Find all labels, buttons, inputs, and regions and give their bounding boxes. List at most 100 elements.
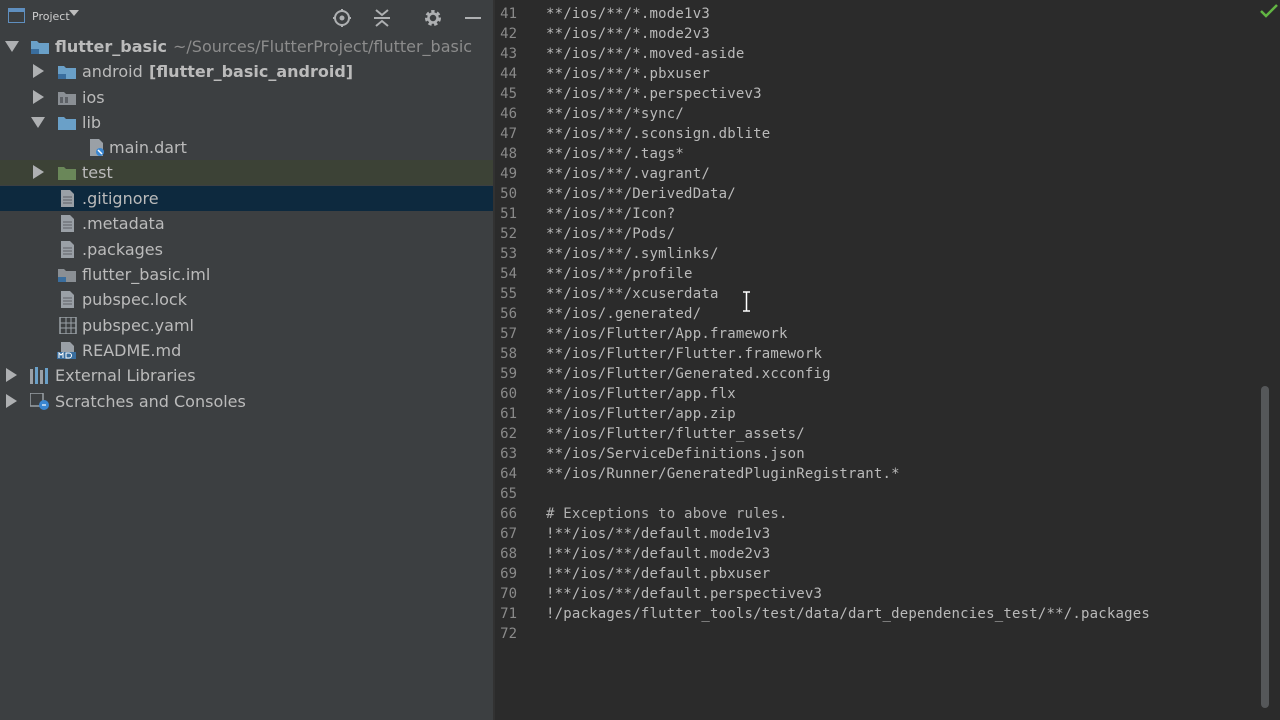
tree-item-label: flutter_basic.iml [82, 265, 211, 284]
code-line[interactable]: # Exceptions to above rules. [546, 506, 788, 522]
line-number: 45 [500, 86, 517, 102]
code-line[interactable]: **/ios/**/.vagrant/ [546, 166, 710, 182]
line-number: 69 [500, 566, 517, 582]
tree-item-flutter-basic-iml[interactable]: flutter_basic.iml [0, 262, 493, 287]
project-view-label[interactable]: Project [32, 10, 70, 23]
code-line[interactable]: **/ios/**/*.pbxuser [546, 66, 710, 82]
dart-file-icon [90, 139, 104, 156]
tree-item-external-libraries[interactable]: External Libraries [0, 363, 493, 388]
library-icon [30, 367, 48, 384]
code-line[interactable]: **/ios/Flutter/app.flx [546, 386, 736, 402]
tree-item-label: pubspec.lock [82, 290, 187, 309]
code-line[interactable]: **/ios/**/.sconsign.dblite [546, 126, 770, 142]
expanded-arrow-icon[interactable] [31, 117, 45, 128]
tree-item-label: lib [82, 113, 102, 132]
tree-item-lib[interactable]: lib [0, 110, 493, 135]
tree-item-label: test [82, 163, 113, 182]
collapsed-arrow-icon[interactable] [6, 368, 17, 382]
tree-item-main-dart[interactable]: main.dart [0, 135, 493, 160]
tree-item-ios[interactable]: ios [0, 85, 493, 110]
no-problems-check-icon[interactable] [1259, 3, 1279, 19]
collapse-all-icon[interactable] [372, 8, 392, 28]
line-number: 43 [500, 46, 517, 62]
code-line[interactable]: !**/ios/**/default.mode1v3 [546, 526, 770, 542]
code-editor[interactable]: 41 **/ios/**/*.mode1v3 42 **/ios/**/*.mode2… [495, 0, 1280, 720]
code-line[interactable]: **/ios/Flutter/Flutter.framework [546, 346, 822, 362]
code-line[interactable]: !**/ios/**/default.pbxuser [546, 566, 770, 582]
code-line[interactable]: **/ios/**/Icon? [546, 206, 675, 222]
collapsed-arrow-icon[interactable] [6, 394, 17, 408]
settings-gear-icon[interactable] [423, 8, 443, 28]
code-line[interactable]: **/ios/**/profile [546, 266, 693, 282]
tree-item-label: .gitignore [82, 189, 159, 208]
locate-icon[interactable] [332, 8, 352, 28]
scratches-icon [30, 393, 49, 410]
line-number: 48 [500, 146, 517, 162]
line-number: 67 [500, 526, 517, 542]
module-folder-icon [58, 66, 76, 79]
code-line[interactable]: !**/ios/**/default.mode2v3 [546, 546, 770, 562]
expanded-arrow-icon[interactable] [5, 41, 19, 52]
yaml-file-icon [59, 317, 77, 334]
code-line[interactable]: **/ios/**/.tags* [546, 146, 684, 162]
tree-item-label: ios [82, 88, 105, 107]
line-number: 72 [500, 626, 517, 642]
code-line[interactable]: **/ios/Flutter/flutter_assets/ [546, 426, 805, 442]
tree-root-flutter-basic[interactable]: flutter_basic ~/Sources/FlutterProject/f… [0, 34, 493, 59]
code-line[interactable]: **/ios/**/DerivedData/ [546, 186, 736, 202]
text-file-icon [61, 190, 74, 207]
text-file-icon [61, 241, 74, 258]
code-line[interactable]: !**/ios/**/default.perspectivev3 [546, 586, 822, 602]
line-number: 64 [500, 466, 517, 482]
dropdown-arrow-icon[interactable] [69, 10, 79, 16]
code-line[interactable]: **/ios/.generated/ [546, 306, 701, 322]
collapsed-arrow-icon[interactable] [33, 165, 44, 179]
tree-item-readme[interactable]: README.md [0, 338, 493, 363]
line-number: 65 [500, 486, 517, 502]
code-line[interactable]: **/ios/**/Pods/ [546, 226, 675, 242]
code-line[interactable]: **/ios/ServiceDefinitions.json [546, 446, 805, 462]
line-number: 59 [500, 366, 517, 382]
code-line[interactable]: **/ios/**/*.mode1v3 [546, 6, 710, 22]
root-project-name: flutter_basic [55, 37, 168, 56]
tree-item-packages[interactable]: .packages [0, 237, 493, 262]
code-line[interactable]: **/ios/**/xcuserdata [546, 286, 719, 302]
tree-item-metadata[interactable]: .metadata [0, 211, 493, 236]
tree-item-android[interactable]: android [flutter_basic_android] [0, 59, 493, 84]
code-line[interactable]: **/ios/**/*.mode2v3 [546, 26, 710, 42]
project-toolbar: Project [0, 0, 493, 34]
tree-item-label: External Libraries [55, 366, 196, 385]
tree-item-label: .packages [82, 240, 163, 259]
code-line[interactable]: **/ios/**/*.perspectivev3 [546, 86, 762, 102]
line-number: 57 [500, 326, 517, 342]
code-line[interactable]: **/ios/Runner/GeneratedPluginRegistrant.… [546, 466, 900, 482]
tree-item-pubspec-yaml[interactable]: pubspec.yaml [0, 313, 493, 338]
tree-item-label: .metadata [82, 214, 165, 233]
tree-item-scratches-and-consoles[interactable]: Scratches and Consoles [0, 389, 493, 414]
code-line[interactable]: **/ios/Flutter/App.framework [546, 326, 788, 342]
project-view-icon[interactable] [8, 8, 25, 23]
code-line[interactable]: **/ios/**/*sync/ [546, 106, 684, 122]
line-number: 56 [500, 306, 517, 322]
source-folder-icon [58, 117, 76, 130]
vertical-scrollbar[interactable] [1261, 386, 1269, 708]
line-number: 58 [500, 346, 517, 362]
line-number: 60 [500, 386, 517, 402]
code-line[interactable]: **/ios/Flutter/app.zip [546, 406, 736, 422]
tree-item-pubspec-lock[interactable]: pubspec.lock [0, 287, 493, 312]
line-number: 54 [500, 266, 517, 282]
hide-minus-icon[interactable] [463, 8, 483, 28]
line-number: 42 [500, 26, 517, 42]
collapsed-arrow-icon[interactable] [33, 64, 44, 78]
line-number: 61 [500, 406, 517, 422]
line-number: 66 [500, 506, 517, 522]
code-line[interactable]: !/packages/flutter_tools/test/data/dart_… [546, 606, 1150, 622]
test-folder-icon [58, 167, 76, 180]
line-number: 47 [500, 126, 517, 142]
tree-item-test[interactable]: test [0, 160, 493, 185]
tree-item-gitignore[interactable]: .gitignore [0, 186, 493, 211]
code-line[interactable]: **/ios/**/*.moved-aside [546, 46, 744, 62]
code-line[interactable]: **/ios/**/.symlinks/ [546, 246, 719, 262]
collapsed-arrow-icon[interactable] [33, 90, 44, 104]
code-line[interactable]: **/ios/Flutter/Generated.xcconfig [546, 366, 831, 382]
